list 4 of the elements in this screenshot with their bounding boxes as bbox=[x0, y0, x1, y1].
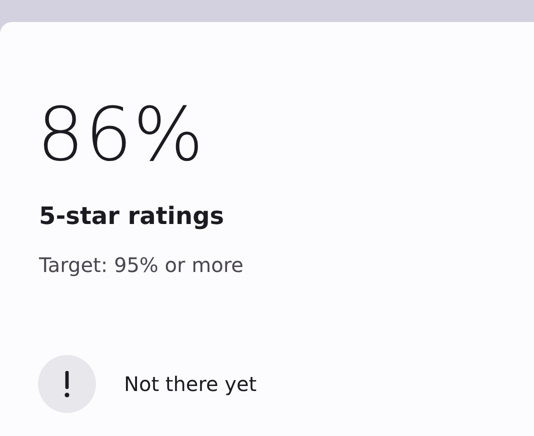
metric-title: 5-star ratings bbox=[39, 202, 226, 231]
target-text: Target: 95% or more bbox=[39, 252, 244, 277]
metric-value: 86% bbox=[37, 98, 206, 172]
status-label: Not there yet bbox=[124, 372, 257, 396]
